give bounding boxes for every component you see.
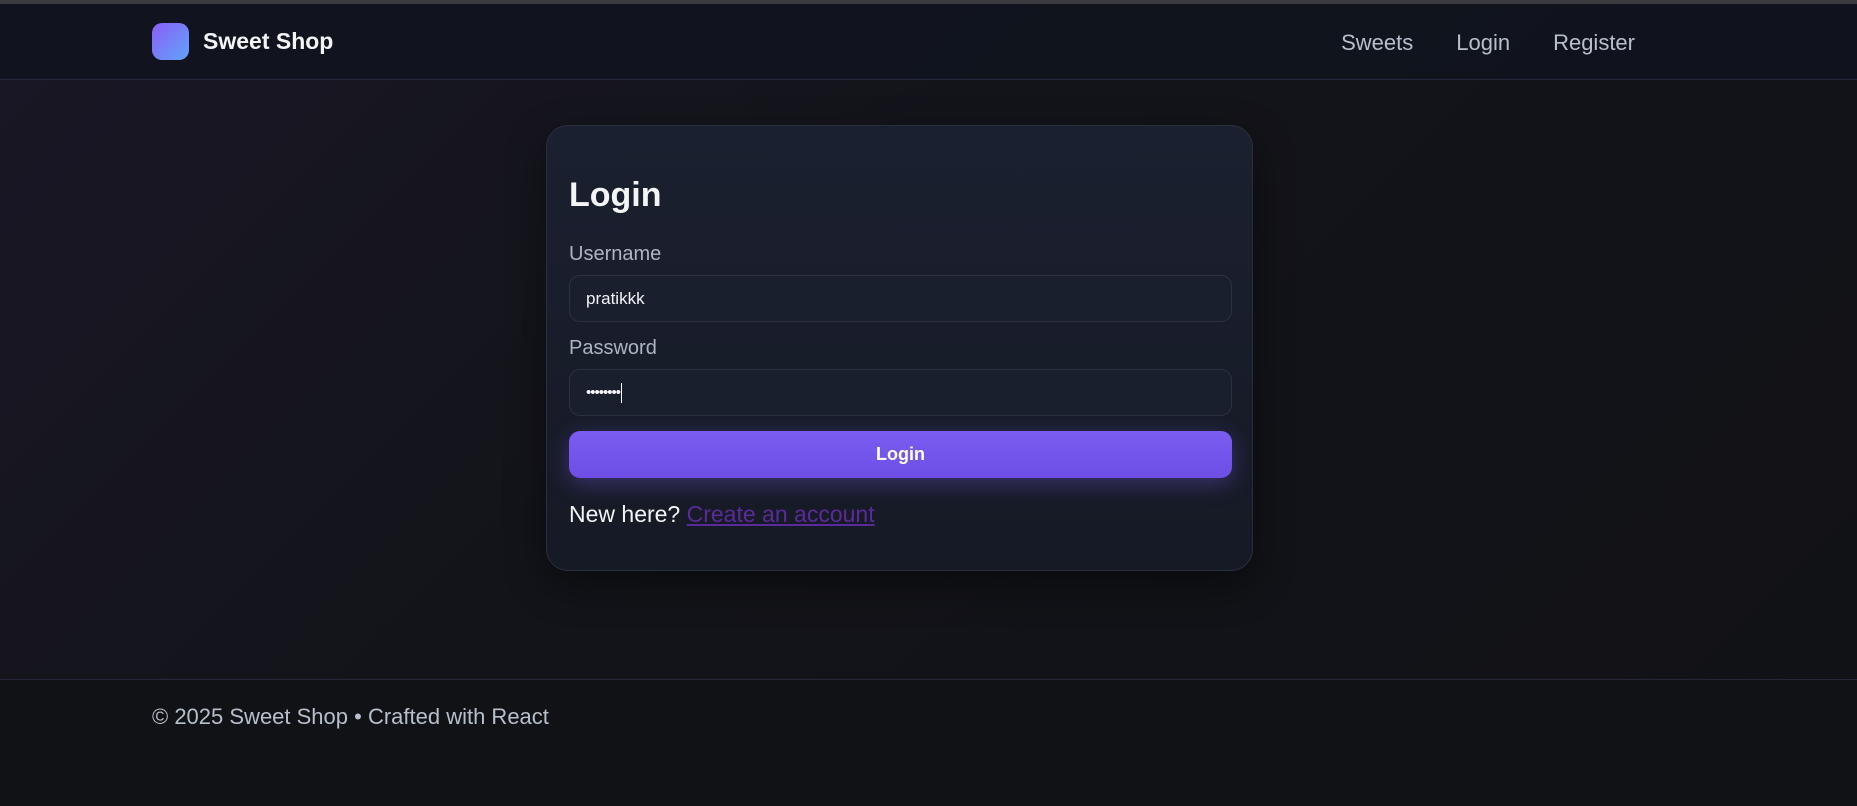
signup-prompt: New here? Create an account <box>569 501 875 528</box>
navbar: Sweet Shop Sweets Login Register <box>0 4 1857 80</box>
brand-logo-icon <box>152 23 189 60</box>
login-title: Login <box>569 176 662 214</box>
nav-links: Sweets Login Register <box>1298 30 1635 56</box>
password-label: Password <box>569 337 657 359</box>
nav-link-sweets[interactable]: Sweets <box>1341 30 1413 56</box>
footer: © 2025 Sweet Shop • Crafted with React <box>0 679 1857 806</box>
password-input[interactable]: •••••••• <box>569 369 1232 416</box>
nav-link-register[interactable]: Register <box>1553 30 1635 56</box>
username-input[interactable] <box>569 275 1232 322</box>
brand-name: Sweet Shop <box>203 28 334 54</box>
create-account-link[interactable]: Create an account <box>687 501 875 527</box>
footer-text: © 2025 Sweet Shop • Crafted with React <box>152 704 549 729</box>
nav-link-login[interactable]: Login <box>1456 30 1510 56</box>
login-card: Login Username Password •••••••• Login N… <box>546 125 1253 571</box>
brand[interactable]: Sweet Shop <box>152 23 333 60</box>
text-caret <box>621 382 623 403</box>
signup-prompt-text: New here? <box>569 501 681 527</box>
login-button[interactable]: Login <box>569 431 1232 478</box>
password-masked-value: •••••••• <box>586 384 621 401</box>
username-label: Username <box>569 243 662 265</box>
